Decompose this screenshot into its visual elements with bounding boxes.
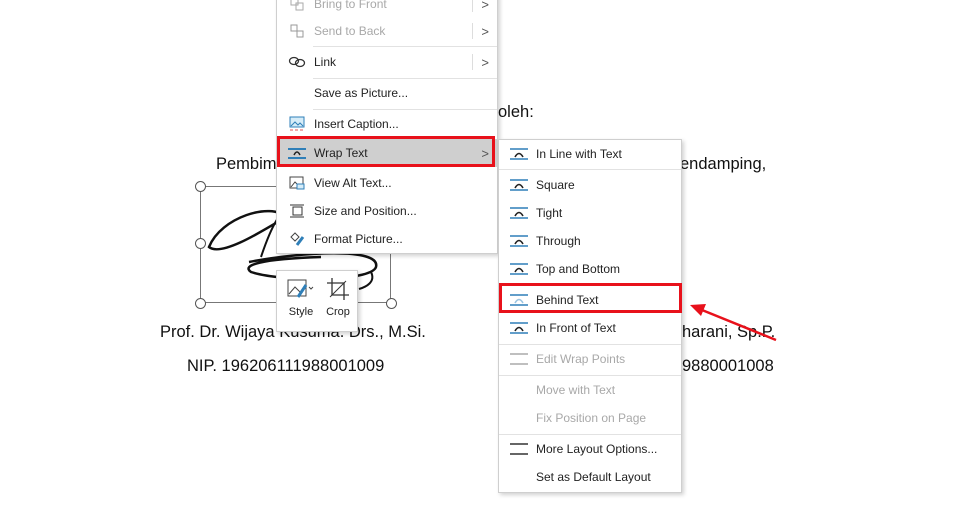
wrap-option-more-layout-options[interactable]: More Layout Options... [499,436,681,462]
menu-item-format-picture[interactable]: Format Picture... [277,226,497,252]
wrap-option-in-line-with-text[interactable]: In Line with Text [499,141,681,167]
caption-icon [287,116,307,132]
context-menu: Bring to Front > Send to Back > Link > S… [276,0,498,254]
wrap-option-set-as-default-layout[interactable]: Set as Default Layout [499,464,681,490]
wrap-option-move-with-text[interactable]: Move with Text [499,377,681,403]
menu-item-save-as-picture[interactable]: Save as Picture... [277,80,497,106]
wrap-option-in-front-of-text[interactable]: In Front of Text [499,315,681,341]
alt-text-icon [287,175,307,191]
resize-handle-tl[interactable] [195,181,206,192]
wrap-text-highlight-box [277,136,495,167]
oleh-text: oleh: [498,103,534,121]
wrap-style-icon [509,320,529,336]
bring-front-icon [287,0,307,12]
wrap-style-icon [509,205,529,221]
chevron-right-icon: > [481,54,489,70]
wrap-text-submenu: In Line with Text Square Tight Through Top a… [498,139,682,493]
left-nip: NIP. 196206111988001009 [187,357,385,375]
wrap-style-icon [509,233,529,249]
mini-toolbar: Style Crop [276,270,358,332]
wrap-option-top-and-bottom[interactable]: Top and Bottom [499,256,681,282]
menu-item-send-to-back[interactable]: Send to Back > [277,18,497,44]
layout-options-icon [509,441,529,457]
wrap-option-tight[interactable]: Tight [499,200,681,226]
right-heading: endamping, [680,155,767,173]
menu-item-link[interactable]: Link > [277,49,497,75]
wrap-style-icon [509,146,529,162]
picture-style-icon [287,279,314,298]
menu-item-insert-caption[interactable]: Insert Caption... [277,111,497,137]
crop-icon [327,278,349,300]
edit-wrap-points-icon [509,351,529,367]
menu-item-size-and-position[interactable]: Size and Position... [277,198,497,224]
menu-item-bring-to-front[interactable]: Bring to Front > [277,0,497,17]
wrap-option-fix-position-on-page[interactable]: Fix Position on Page [499,405,681,431]
format-picture-icon [287,231,307,247]
resize-handle-br[interactable] [386,298,397,309]
size-position-icon [287,203,307,219]
chevron-right-icon: > [481,23,489,39]
red-arrow-icon [690,304,777,342]
chevron-right-icon: > [481,0,489,12]
behind-text-highlight-box [499,283,682,313]
send-back-icon [287,23,307,39]
wrap-style-icon [509,177,529,193]
menu-item-view-alt-text[interactable]: View Alt Text... [277,170,497,196]
resize-handle-bl[interactable] [195,298,206,309]
right-nip: 9880001008 [682,357,774,375]
resize-handle-ml[interactable] [195,238,206,249]
wrap-option-square[interactable]: Square [499,172,681,198]
wrap-option-through[interactable]: Through [499,228,681,254]
left-heading: Pembim [216,155,277,173]
link-icon [287,54,307,70]
wrap-option-edit-wrap-points[interactable]: Edit Wrap Points [499,346,681,372]
crop-button[interactable]: Crop [321,277,355,318]
style-button[interactable]: Style [283,277,319,318]
wrap-style-icon [509,261,529,277]
